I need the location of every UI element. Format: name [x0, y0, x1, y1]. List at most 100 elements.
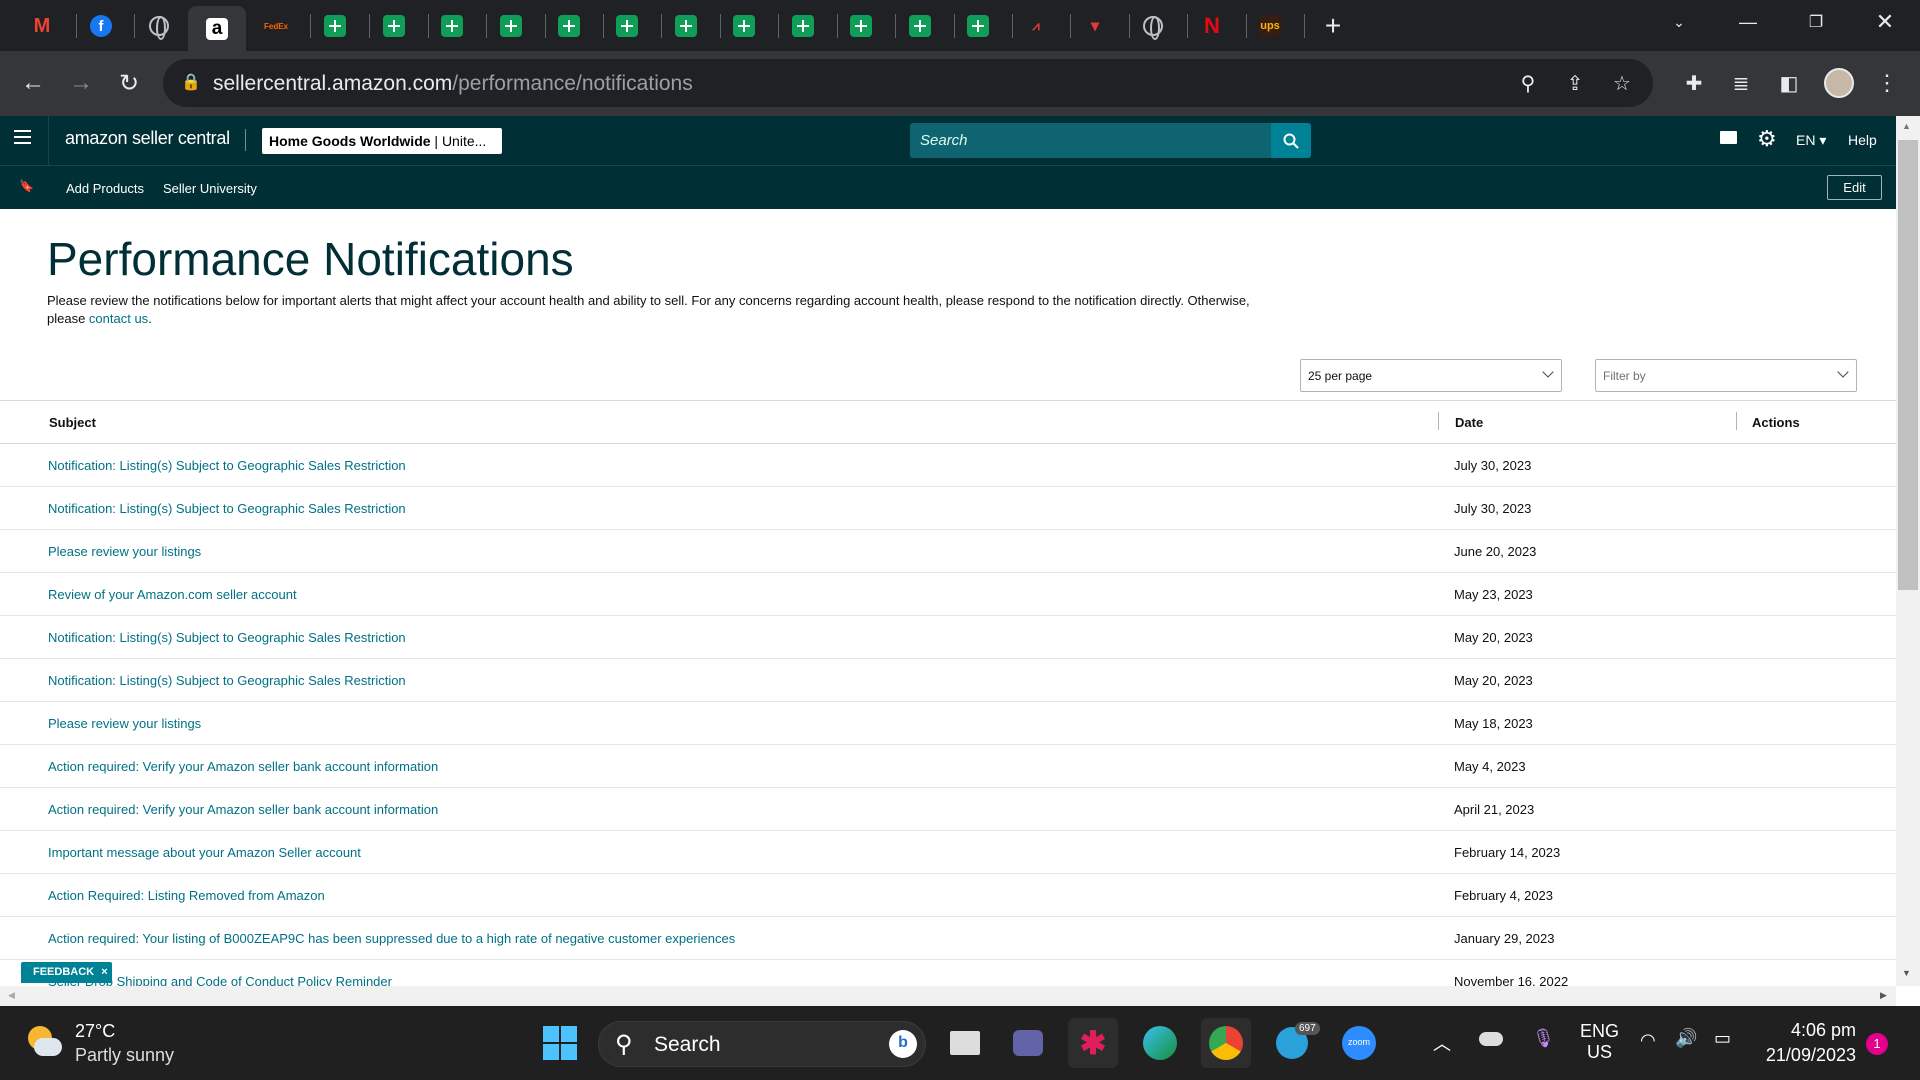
- search-input[interactable]: Search: [910, 123, 1272, 158]
- onedrive-icon[interactable]: [1479, 1032, 1503, 1046]
- weather-temp[interactable]: 27°C: [75, 1021, 115, 1042]
- tab-sheets-10[interactable]: [837, 4, 885, 48]
- add-products-link[interactable]: Add Products: [66, 181, 144, 196]
- search-button[interactable]: [1271, 123, 1311, 158]
- extensions-icon[interactable]: ✚: [1677, 66, 1711, 100]
- fedex-icon: FedEx: [263, 21, 288, 31]
- forward-button[interactable]: →: [63, 65, 99, 101]
- close-icon[interactable]: ×: [101, 966, 107, 978]
- notification-subject-link[interactable]: Action Required: Listing Removed from Am…: [48, 888, 325, 903]
- notification-subject-link[interactable]: Notification: Listing(s) Subject to Geog…: [48, 501, 406, 516]
- sheets-icon: [850, 15, 872, 37]
- notification-subject-link[interactable]: Action required: Verify your Amazon sell…: [48, 802, 438, 817]
- notification-subject-link[interactable]: Notification: Listing(s) Subject to Geog…: [48, 673, 406, 688]
- column-header-subject[interactable]: Subject: [49, 400, 96, 443]
- seller-university-link[interactable]: Seller University: [163, 181, 257, 196]
- tab-sheets-6[interactable]: [603, 4, 651, 48]
- tab-sheets-11[interactable]: [896, 4, 944, 48]
- weather-desc[interactable]: Partly sunny: [75, 1045, 174, 1066]
- zoom-icon[interactable]: ⚲: [1511, 66, 1545, 100]
- media-icon[interactable]: ≣: [1724, 66, 1758, 100]
- notification-badge[interactable]: 1: [1866, 1033, 1888, 1055]
- slack-icon[interactable]: ✱: [1068, 1018, 1118, 1068]
- tab-ups[interactable]: ups: [1246, 4, 1294, 48]
- notification-subject-link[interactable]: Action required: Your listing of B000ZEA…: [48, 931, 735, 946]
- mail-icon[interactable]: [1720, 131, 1737, 144]
- notification-subject-link[interactable]: Notification: Listing(s) Subject to Geog…: [48, 630, 406, 645]
- horizontal-scrollbar[interactable]: ◀ ▶: [0, 986, 1896, 1006]
- tab-netflix[interactable]: N: [1188, 4, 1236, 48]
- seller-central-logo[interactable]: amazon seller central: [65, 128, 230, 149]
- sheets-icon: [500, 15, 522, 37]
- column-header-date[interactable]: Date: [1455, 400, 1483, 443]
- show-hidden-icons-chevron[interactable]: ︿: [1433, 1030, 1451, 1056]
- sheets-icon: [967, 15, 989, 37]
- tab-gmail[interactable]: M: [18, 4, 66, 48]
- tab-search-button[interactable]: ⌄: [1656, 8, 1702, 36]
- feedback-button[interactable]: FEEDBACK ×: [21, 962, 112, 983]
- help-link[interactable]: Help: [1848, 132, 1877, 148]
- vertical-scrollbar[interactable]: ▲ ▼: [1896, 116, 1920, 986]
- reload-button[interactable]: ↻: [111, 65, 147, 101]
- clock[interactable]: 4:06 pm 21/09/2023: [1756, 1020, 1856, 1066]
- tab-sheets-12[interactable]: [954, 4, 1002, 48]
- microphone-icon[interactable]: 🎙: [1532, 1028, 1555, 1049]
- tab-sheets-4[interactable]: [487, 4, 535, 48]
- language-selector[interactable]: EN ▾: [1796, 132, 1826, 149]
- tab-shipping-site[interactable]: ▾: [1071, 4, 1119, 48]
- back-button[interactable]: ←: [15, 65, 51, 101]
- tab-fedex[interactable]: FedEx: [252, 4, 300, 48]
- browser-menu-icon[interactable]: ⋮: [1870, 66, 1904, 100]
- bookmark-icon[interactable]: 🔖: [19, 179, 34, 193]
- taskbar-search[interactable]: ⚲ Search b: [598, 1021, 926, 1067]
- minimize-button[interactable]: —: [1725, 8, 1771, 36]
- wifi-icon[interactable]: ◠: [1640, 1030, 1656, 1051]
- side-panel-icon[interactable]: ◧: [1772, 66, 1806, 100]
- notification-subject-link[interactable]: Notification: Listing(s) Subject to Geog…: [48, 458, 406, 473]
- tab-globe[interactable]: [135, 4, 183, 48]
- new-tab-button[interactable]: +: [1309, 4, 1357, 48]
- tab-chart-site[interactable]: ⩘: [1012, 4, 1060, 48]
- zoom-app-icon[interactable]: zoom: [1334, 1018, 1384, 1068]
- tab-facebook[interactable]: f: [77, 4, 125, 48]
- notification-subject-link[interactable]: Review of your Amazon.com seller account: [48, 587, 297, 602]
- volume-icon[interactable]: 🔊: [1675, 1028, 1697, 1049]
- weather-icon[interactable]: [24, 1024, 62, 1062]
- tab-amazon-active[interactable]: a: [188, 6, 246, 51]
- telegram-icon[interactable]: 697: [1267, 1018, 1320, 1068]
- tab-sheets-2[interactable]: [370, 4, 418, 48]
- notification-subject-link[interactable]: Please review your listings: [48, 544, 201, 559]
- notification-subject-link[interactable]: Important message about your Amazon Sell…: [48, 845, 361, 860]
- filter-select[interactable]: Filter by: [1595, 359, 1857, 392]
- teams-icon[interactable]: [1003, 1018, 1053, 1068]
- restore-button[interactable]: ❐: [1793, 8, 1839, 36]
- tab-sheets-5[interactable]: [545, 4, 593, 48]
- edge-icon[interactable]: [1135, 1018, 1185, 1068]
- notification-subject-link[interactable]: Action required: Verify your Amazon sell…: [48, 759, 438, 774]
- contact-us-link[interactable]: contact us: [89, 311, 148, 326]
- tab-sheets-3[interactable]: [428, 4, 476, 48]
- tab-globe-2[interactable]: [1129, 4, 1177, 48]
- close-window-button[interactable]: ✕: [1862, 8, 1908, 36]
- settings-gear-icon[interactable]: ⚙: [1757, 126, 1777, 152]
- tab-sheets-1[interactable]: [311, 4, 359, 48]
- windows-taskbar: 27°C Partly sunny ⚲ Search b ✱ 697 zoom …: [0, 1006, 1920, 1080]
- profile-avatar[interactable]: [1822, 66, 1856, 100]
- notification-subject-link[interactable]: Please review your listings: [48, 716, 201, 731]
- chrome-icon[interactable]: [1201, 1018, 1251, 1068]
- tab-sheets-9[interactable]: [779, 4, 827, 48]
- share-icon[interactable]: ⇪: [1558, 66, 1592, 100]
- start-button[interactable]: [535, 1018, 585, 1068]
- language-indicator[interactable]: ENG US: [1580, 1021, 1619, 1063]
- tab-sheets-8[interactable]: [720, 4, 768, 48]
- hamburger-menu-icon[interactable]: [14, 130, 31, 144]
- bing-icon[interactable]: b: [889, 1030, 917, 1058]
- battery-icon[interactable]: ▭: [1714, 1028, 1731, 1049]
- bookmark-star-icon[interactable]: ☆: [1605, 66, 1639, 100]
- address-bar[interactable]: 🔒 sellercentral.amazon.com/performance/n…: [163, 59, 1653, 107]
- tab-sheets-7[interactable]: [662, 4, 710, 48]
- edit-button[interactable]: Edit: [1827, 175, 1882, 200]
- store-selector[interactable]: Home Goods Worldwide | Unite...: [262, 128, 502, 154]
- file-explorer-icon[interactable]: [940, 1018, 990, 1068]
- per-page-select[interactable]: 25 per page: [1300, 359, 1562, 392]
